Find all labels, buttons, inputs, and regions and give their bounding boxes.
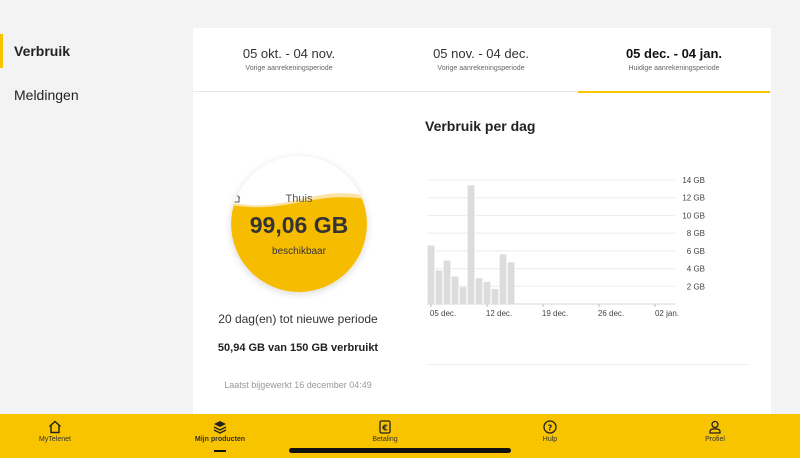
chart-bar bbox=[475, 278, 483, 304]
sidebar: Verbruik Meldingen bbox=[0, 0, 190, 414]
nav-label: Betaling bbox=[372, 436, 398, 443]
chart-bar bbox=[435, 270, 443, 304]
chart-y-tick-label: 2 GB bbox=[687, 282, 705, 291]
nav-mytelenet[interactable]: MyTelenet bbox=[0, 420, 110, 443]
nav-label: Hulp bbox=[542, 436, 558, 443]
data-usage-gauge: Thuis 99,06 GB beschikbaar bbox=[231, 156, 367, 292]
chart-x-tick-label: 19 dec. bbox=[542, 309, 568, 318]
sidebar-item-label: Verbruik bbox=[14, 43, 71, 59]
chart-y-tick-label: 6 GB bbox=[687, 247, 705, 256]
euro-icon: € bbox=[379, 420, 391, 434]
chart-y-tick-label: 4 GB bbox=[687, 265, 705, 274]
last-updated: Laatst bijgewerkt 16 december 04:49 bbox=[224, 380, 372, 390]
divider bbox=[427, 364, 749, 365]
chart-x-tick-label: 26 dec. bbox=[598, 309, 624, 318]
nav-label: Mijn producten bbox=[194, 436, 246, 443]
sidebar-item-label: Meldingen bbox=[14, 87, 79, 103]
chart-y-tick-label: 8 GB bbox=[687, 229, 705, 238]
tab-period-label: 05 okt. - 04 nov. bbox=[242, 46, 336, 61]
chart-y-tick-label: 10 GB bbox=[682, 211, 705, 220]
chart-bar bbox=[467, 185, 475, 304]
tab-period-nov-dec[interactable]: 05 nov. - 04 dec. Vorige aanrekeningsper… bbox=[385, 28, 577, 92]
tab-period-label: 05 dec. - 04 jan. bbox=[625, 46, 723, 61]
chart-bar bbox=[507, 262, 515, 304]
help-icon: ? bbox=[543, 420, 557, 434]
daily-usage-chart: 2 GB 4 GB 6 GB 8 GB 10 GB 12 GB 14 GB 05 dec. 12… bbox=[423, 174, 723, 324]
gauge-location-label: Thuis bbox=[285, 193, 313, 205]
nav-betaling[interactable]: € Betaling bbox=[330, 420, 440, 443]
tab-period-caption: Vorige aanrekeningsperiode bbox=[437, 65, 525, 72]
chart-title: Verbruik per dag bbox=[425, 118, 536, 134]
chart-bar bbox=[443, 260, 451, 304]
tab-period-caption: Vorige aanrekeningsperiode bbox=[245, 65, 333, 72]
gauge-available-label: beschikbaar bbox=[272, 246, 326, 257]
home-icon bbox=[231, 193, 241, 203]
profile-icon bbox=[709, 420, 721, 434]
chart-y-tick-label: 14 GB bbox=[682, 176, 705, 185]
gauge-location: Thuis bbox=[231, 193, 367, 205]
chart-y-tick-label: 12 GB bbox=[682, 194, 705, 203]
daily-usage-chart-svg: 2 GB 4 GB 6 GB 8 GB 10 GB 12 GB 14 GB 05 dec. 12… bbox=[427, 176, 705, 318]
nav-hulp[interactable]: ? Hulp bbox=[495, 420, 605, 443]
chart-x-tick-label: 02 jan. bbox=[655, 309, 679, 318]
chart-x-tick-label: 12 dec. bbox=[486, 309, 512, 318]
svg-text:€: € bbox=[381, 424, 388, 433]
chart-x-tick-label: 05 dec. bbox=[430, 309, 456, 318]
nav-label: MyTelenet bbox=[39, 436, 71, 443]
chart-bar bbox=[451, 276, 459, 304]
nav-label: Profiel bbox=[705, 436, 725, 443]
svg-text:?: ? bbox=[548, 423, 553, 432]
sidebar-item-meldingen[interactable]: Meldingen bbox=[0, 76, 190, 114]
gauge-available-value: 99,06 GB bbox=[249, 212, 349, 238]
days-until-new-period: 20 dag(en) tot nieuwe periode bbox=[218, 312, 378, 326]
chart-bar bbox=[427, 245, 435, 304]
chart-bar bbox=[491, 288, 499, 304]
chart-bar bbox=[459, 287, 467, 304]
tab-period-okt-nov[interactable]: 05 okt. - 04 nov. Vorige aanrekeningsper… bbox=[193, 28, 385, 92]
home-indicator bbox=[289, 448, 511, 453]
nav-profiel[interactable]: Profiel bbox=[660, 420, 770, 443]
chart-bar bbox=[499, 254, 507, 304]
main-panel: 05 okt. - 04 nov. Vorige aanrekeningsper… bbox=[193, 28, 771, 414]
period-tabs: 05 okt. - 04 nov. Vorige aanrekeningsper… bbox=[193, 28, 771, 93]
tab-period-label: 05 nov. - 04 dec. bbox=[433, 46, 529, 61]
chart-bar bbox=[483, 281, 491, 304]
nav-active-indicator bbox=[214, 450, 226, 452]
sidebar-item-verbruik[interactable]: Verbruik bbox=[0, 32, 190, 70]
used-summary: 50,94 GB van 150 GB verbruikt bbox=[217, 342, 379, 354]
tab-period-caption: Huidige aanrekeningsperiode bbox=[628, 65, 720, 72]
home-icon bbox=[49, 420, 61, 434]
nav-mijn-producten[interactable]: Mijn producten bbox=[165, 420, 275, 443]
layers-icon bbox=[213, 421, 227, 434]
tab-period-dec-jan[interactable]: 05 dec. - 04 jan. Huidige aanrekeningspe… bbox=[578, 28, 770, 93]
